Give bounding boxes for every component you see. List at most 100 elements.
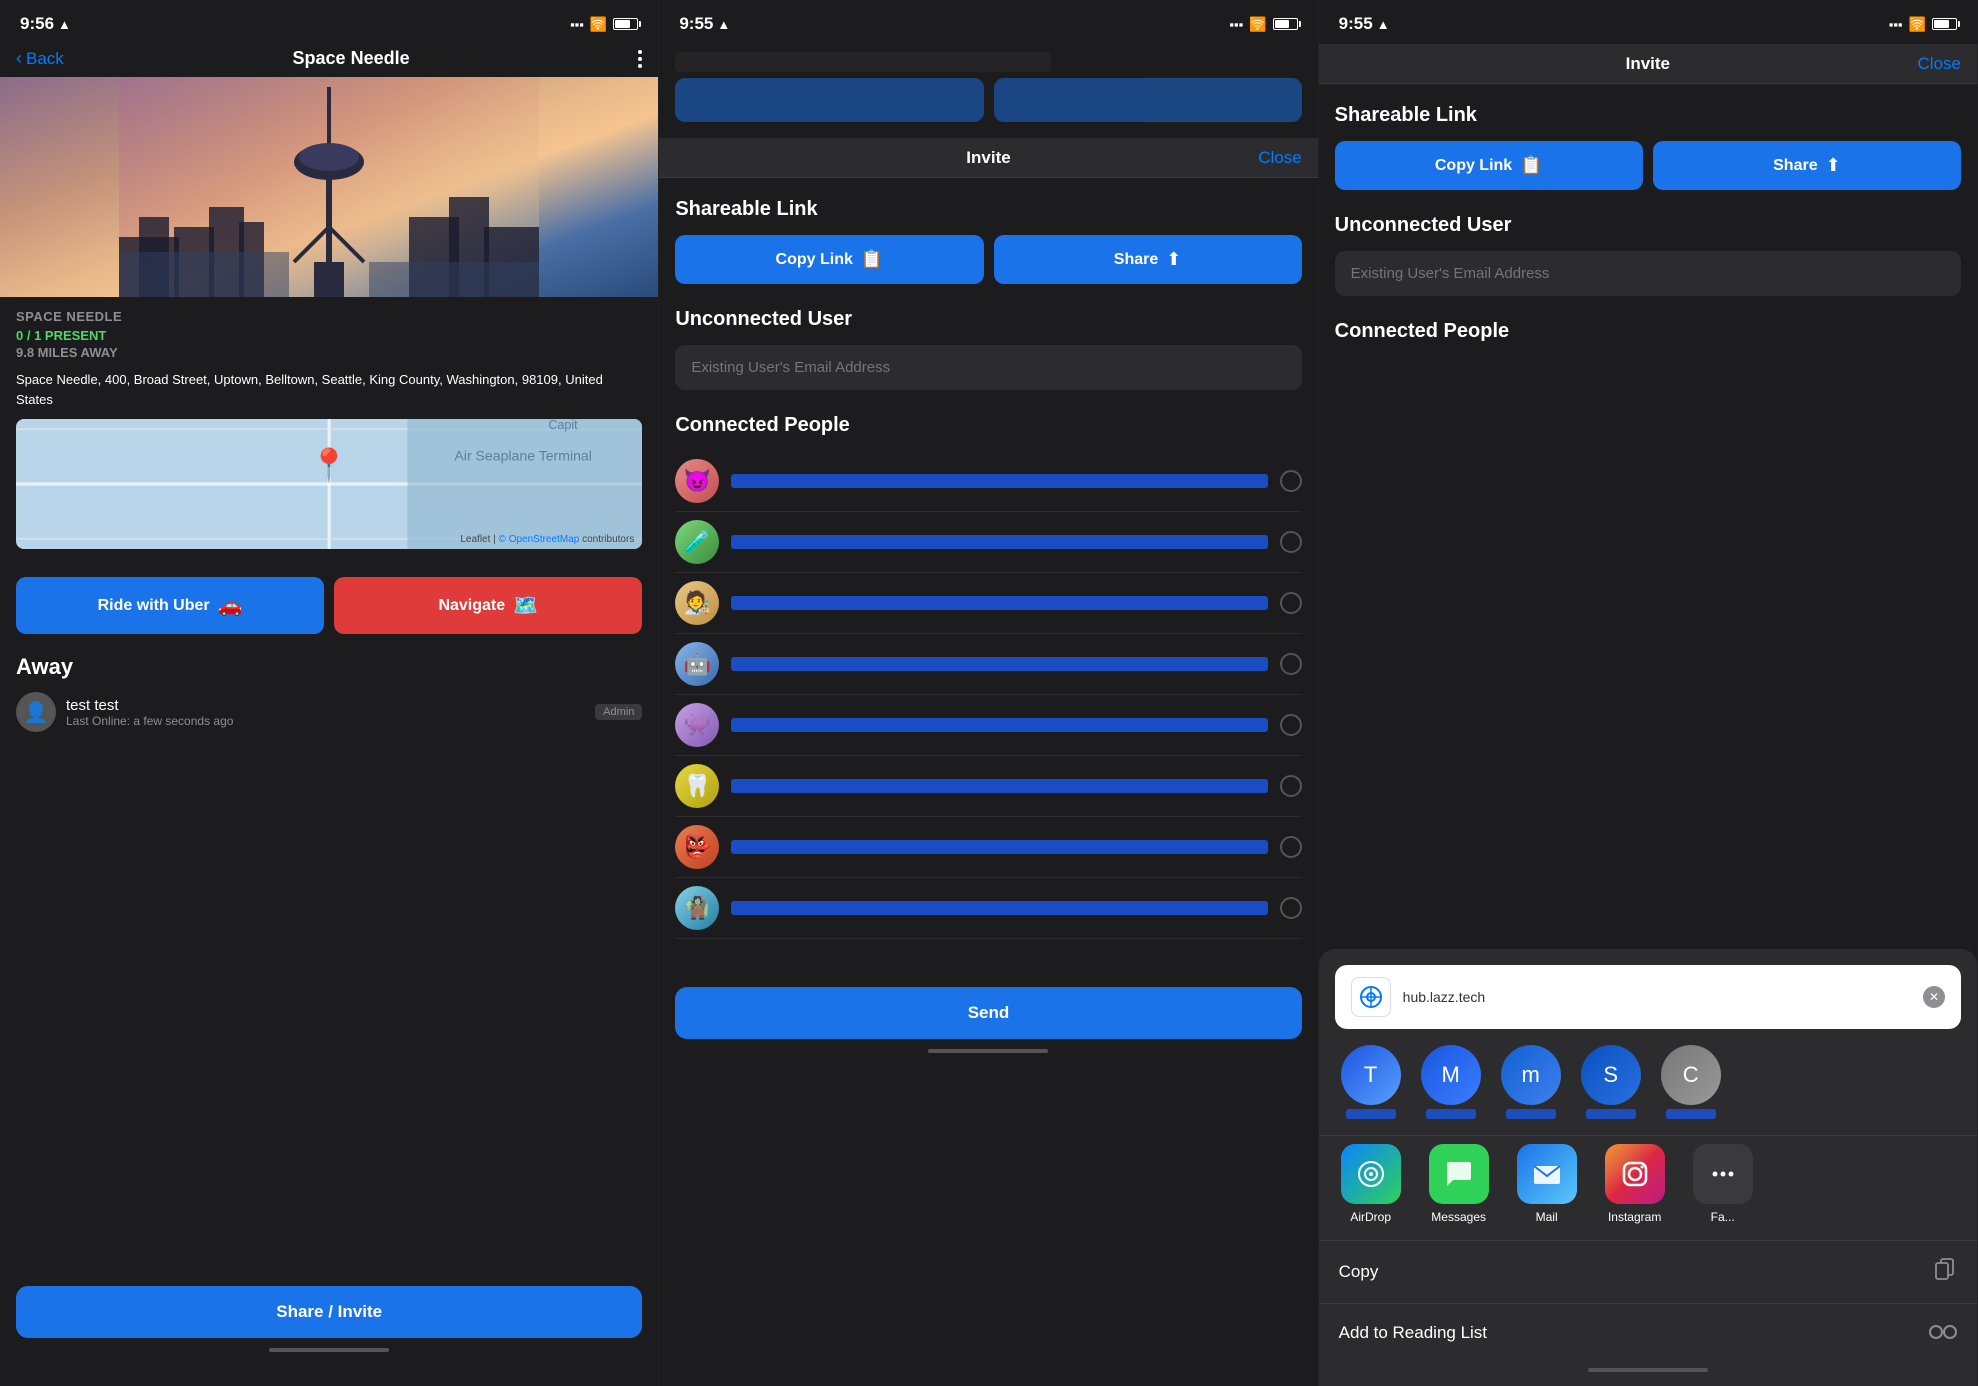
people-list-2: 😈 🧪 🧑‍🎨 🤖 [675,451,1301,939]
airdrop-icon [1341,1144,1401,1204]
panel-share-sheet: 9:55 ▲ ▪▪▪ 🛜 Invite Close Shareable Link… [1319,0,1978,1386]
contact-name-blur [1426,1109,1476,1119]
app-label-airdrop: AirDrop [1350,1210,1391,1224]
reading-list-icon [1929,1320,1957,1346]
avatar-1: 😈 [675,459,719,503]
person-name-blur [731,901,1267,915]
share-sheet: hub.lazz.tech ✕ T M m S C [1319,949,1977,1386]
contact-avatar: M [1421,1045,1481,1105]
app-item-more[interactable]: Fa... [1687,1144,1759,1224]
wifi-icon-3: 🛜 [1909,16,1926,33]
panel-space-needle: 9:56 ▲ ▪▪▪ 🛜 ‹ Back Space Needle [0,0,659,1386]
panel-invite: 9:55 ▲ ▪▪▪ 🛜 Invite Close Shareable Link… [659,0,1318,1386]
nav-bar-1: ‹ Back Space Needle [0,44,658,77]
radio-circle[interactable] [1280,775,1302,797]
share-label-2: Share [1114,251,1158,269]
app-item-instagram[interactable]: Instagram [1599,1144,1671,1224]
list-item[interactable]: 👾 [675,695,1301,756]
status-icons-1: ▪▪▪ 🛜 [570,16,638,33]
contact-item[interactable]: T [1335,1045,1407,1119]
modal-header-2: Invite Close [659,138,1317,178]
contact-item[interactable]: m [1495,1045,1567,1119]
email-input-3[interactable] [1335,251,1961,296]
radio-circle[interactable] [1280,470,1302,492]
radio-circle[interactable] [1280,531,1302,553]
radio-circle[interactable] [1280,592,1302,614]
apps-row: AirDrop Messages Mail Instagram [1319,1136,1977,1240]
list-item[interactable]: 🧑‍🎨 [675,573,1301,634]
map-icon: 🗺️ [513,593,538,618]
uber-button[interactable]: Ride with Uber 🚗 [16,577,324,634]
user-status: Last Online: a few seconds ago [66,714,585,728]
uber-icon: 🚗 [218,593,243,618]
svg-text:Air Seaplane Terminal: Air Seaplane Terminal [454,448,591,464]
avatar-6: 🦷 [675,764,719,808]
list-item[interactable]: 😈 [675,451,1301,512]
url-close-button[interactable]: ✕ [1923,986,1945,1008]
map-container[interactable]: Air Seaplane Terminal Capit 📍 Leaflet | … [16,419,642,549]
send-button-2[interactable]: Send [675,987,1301,1039]
radio-circle[interactable] [1280,836,1302,858]
home-indicator-2 [675,1039,1301,1063]
copy-link-button-2[interactable]: Copy Link 📋 [675,235,983,284]
back-chevron-icon: ‹ [16,48,22,69]
signal-icon-2: ▪▪▪ [1229,17,1243,32]
back-button[interactable]: ‹ Back [16,48,64,69]
modal-title-3: Invite [1626,54,1670,74]
list-item[interactable]: 🦷 [675,756,1301,817]
navigate-button[interactable]: Navigate 🗺️ [334,577,642,634]
avatar-5: 👾 [675,703,719,747]
person-name-blur [731,779,1267,793]
away-title: Away [16,654,642,680]
status-bar-3: 9:55 ▲ ▪▪▪ 🛜 [1319,0,1977,44]
status-bar-2: 9:55 ▲ ▪▪▪ 🛜 [659,0,1317,44]
connected-title-3: Connected People [1335,320,1961,343]
mail-icon [1517,1144,1577,1204]
share-icon-3: ⬆ [1826,155,1841,176]
email-input-2[interactable] [675,345,1301,390]
share-button-3[interactable]: Share ⬆ [1653,141,1961,190]
modal-content-2: Shareable Link Copy Link 📋 Share ⬆ Uncon… [659,178,1317,979]
user-row: 👤 test test Last Online: a few seconds a… [16,692,642,732]
contact-item[interactable]: S [1575,1045,1647,1119]
link-buttons-2: Copy Link 📋 Share ⬆ [675,235,1301,284]
close-button-2[interactable]: Close [1258,148,1301,168]
list-item[interactable]: 🧪 [675,512,1301,573]
person-name-blur [731,840,1267,854]
avatar-8: 🧌 [675,886,719,930]
radio-circle[interactable] [1280,653,1302,675]
list-item[interactable]: 🧌 [675,878,1301,939]
contact-item[interactable]: M [1415,1045,1487,1119]
app-item-airdrop[interactable]: AirDrop [1335,1144,1407,1224]
contact-avatar: C [1661,1045,1721,1105]
reading-list-label: Add to Reading List [1339,1323,1487,1343]
list-item[interactable]: 👺 [675,817,1301,878]
address: Space Needle, 400, Broad Street, Uptown,… [16,370,642,409]
close-button-3[interactable]: Close [1918,54,1961,74]
app-item-mail[interactable]: Mail [1511,1144,1583,1224]
app-label-instagram: Instagram [1608,1210,1661,1224]
avatar-4: 🤖 [675,642,719,686]
radio-circle[interactable] [1280,897,1302,919]
list-item[interactable]: 🤖 [675,634,1301,695]
share-invite-button[interactable]: Share / Invite [16,1286,642,1338]
send-area-2: Send [659,987,1317,1071]
instagram-icon [1605,1144,1665,1204]
contact-item[interactable]: C [1655,1045,1727,1119]
status-bar-1: 9:56 ▲ ▪▪▪ 🛜 [0,0,658,44]
share-button-2[interactable]: Share ⬆ [994,235,1302,284]
app-item-messages[interactable]: Messages [1423,1144,1495,1224]
time-3: 9:55 ▲ [1339,14,1390,34]
avatar-3: 🧑‍🎨 [675,581,719,625]
copy-link-button-3[interactable]: Copy Link 📋 [1335,141,1643,190]
more-button[interactable] [638,50,642,68]
modal-header-3: Invite Close [1319,44,1977,84]
modal-content-3: Shareable Link Copy Link 📋 Share ⬆ Uncon… [1319,84,1977,377]
radio-circle[interactable] [1280,714,1302,736]
reading-list-action-row[interactable]: Add to Reading List [1319,1304,1977,1362]
copy-action-row[interactable]: Copy [1319,1241,1977,1303]
wifi-icon: 🛜 [590,16,607,33]
signal-icon-3: ▪▪▪ [1889,17,1903,32]
person-name-blur [731,596,1267,610]
unconnected-section-2: Unconnected User [675,308,1301,390]
